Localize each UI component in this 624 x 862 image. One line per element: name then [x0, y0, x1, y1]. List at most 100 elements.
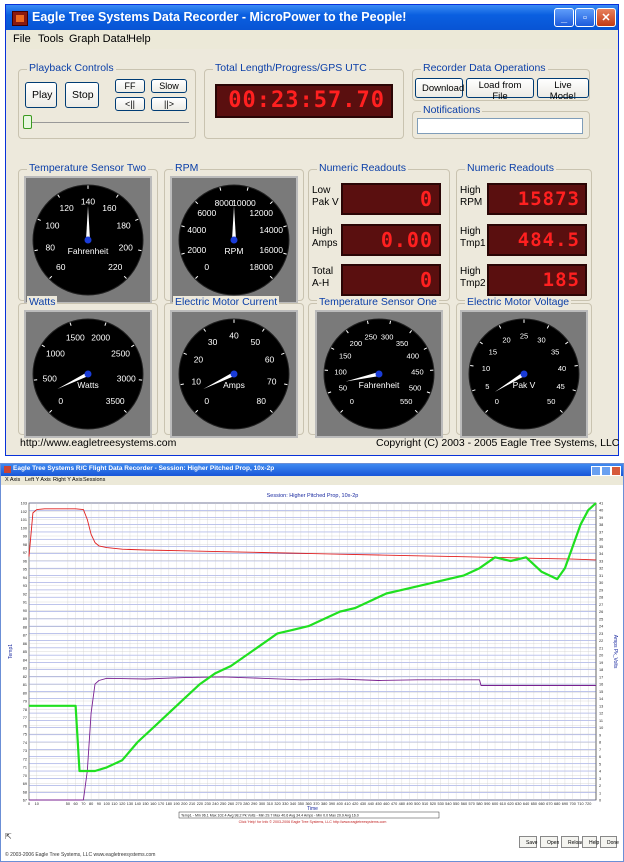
right-y-tick-label: 2 — [599, 784, 601, 788]
left-y-tick-label: 102 — [21, 510, 27, 514]
high-amps-display: 0.00 — [341, 224, 441, 256]
notifications-group: Notifications — [412, 104, 590, 139]
right-y-tick-label: 10 — [599, 726, 603, 730]
right-y-tick-label: 35 — [599, 545, 603, 549]
motor-voltage-gauge: 0 5 10 15 20 25 30 35 40 45 50 Pak V — [460, 310, 588, 438]
total-ah-display: 0 — [341, 264, 441, 296]
menu-x-axis[interactable]: X Axis — [5, 477, 20, 483]
gauge-tick-label: 2000 — [91, 333, 110, 343]
gauge-hub — [230, 236, 238, 244]
gauge-tick-label: 0 — [58, 396, 63, 406]
gauge-tick-label: 140 — [81, 197, 95, 207]
x-tick-label: 200 — [181, 802, 187, 806]
graph-maximize-button[interactable] — [601, 466, 611, 476]
gauge-tick-label: 0 — [204, 396, 209, 406]
gauge-hub — [84, 370, 92, 378]
right-y-tick-label: 24 — [599, 625, 603, 629]
right-y-tick-label: 30 — [599, 581, 603, 585]
gauge-tick-label: 80 — [256, 396, 266, 406]
close-button[interactable]: ✕ — [596, 8, 616, 27]
graph-title-bar: Eagle Tree Systems R/C Flight Data Recor… — [1, 464, 623, 476]
notifications-field[interactable] — [417, 118, 583, 134]
stop-button[interactable]: Stop — [65, 82, 99, 108]
readout-name: Low Pak V — [312, 185, 339, 208]
website-link[interactable]: http://www.eagletreesystems.com — [20, 437, 176, 449]
right-y-tick-label: 23 — [599, 632, 603, 636]
download-button[interactable]: Download — [415, 78, 464, 98]
readout-name: High Amps — [312, 226, 338, 249]
gauge-tick-label: 250 — [365, 332, 378, 341]
live-mode-button[interactable]: Live Mode! — [537, 78, 589, 102]
right-y-tick-label: 39 — [599, 516, 603, 520]
gauge-tick — [470, 364, 474, 367]
left-y-tick-label: 100 — [21, 526, 27, 530]
menu-sessions[interactable]: Sessions — [83, 477, 105, 483]
right-y-tick-label: 32 — [599, 567, 603, 571]
gauge-tick-label: 100 — [45, 220, 59, 230]
gauge-label: Watts — [27, 296, 58, 308]
menu-file[interactable]: File — [13, 33, 31, 45]
x-tick-label: 660 — [538, 802, 544, 806]
menu-right-y-axis[interactable]: Right Y Axis — [53, 477, 82, 483]
x-tick-label: 610 — [500, 802, 506, 806]
temperature-two-group: Temperature Sensor Two 60 80 100 120 140 160 1… — [18, 162, 158, 304]
save-button[interactable]: Save — [519, 836, 537, 848]
gauge-unit-label: RPM — [225, 246, 244, 256]
maximize-button[interactable]: ▫ — [575, 8, 595, 27]
left-y-tick-label: 69 — [23, 782, 27, 786]
menu-tools[interactable]: Tools — [38, 33, 64, 45]
recorder-window: Eagle Tree Systems Data Recorder - Micro… — [5, 4, 619, 456]
gauge-tick — [574, 364, 578, 367]
gauge-tick — [138, 249, 142, 252]
gauge-tick-label: 160 — [102, 203, 116, 213]
gauge-tick-label: 3000 — [117, 373, 136, 383]
left-y-tick-label: 84 — [23, 658, 27, 662]
gauge-label: Electric Motor Voltage — [465, 296, 572, 308]
help-button[interactable]: Help — [582, 836, 599, 848]
x-tick-label: 70 — [81, 802, 85, 806]
step-forward-button[interactable]: ||> — [151, 97, 187, 111]
graph-close-button[interactable] — [611, 466, 621, 476]
x-axis-label: Time — [307, 806, 318, 812]
x-tick-label: 700 — [570, 802, 576, 806]
x-tick-label: 460 — [383, 802, 389, 806]
right-y-tick-label: 15 — [599, 690, 603, 694]
play-button[interactable]: Play — [25, 82, 57, 108]
chart-hint-text: Click 'Help' for Info © 2003-2006 Eagle … — [239, 820, 387, 824]
menu-graph-data[interactable]: Graph Data! — [69, 33, 129, 45]
gauge-tick-label: 500 — [409, 383, 422, 392]
watts-group: Watts 0 500 1000 1500 2000 2500 3000 3500 Watts — [18, 296, 158, 438]
step-back-button[interactable]: <|| — [115, 97, 145, 111]
graph-window: Eagle Tree Systems R/C Flight Data Recor… — [0, 463, 624, 862]
menu-left-y-axis[interactable]: Left Y Axis — [25, 477, 51, 483]
x-tick-label: 560 — [461, 802, 467, 806]
left-y-tick-label: 98 — [23, 543, 27, 547]
gauge-unit-label: Watts — [77, 380, 98, 390]
resize-arrow-icon[interactable]: ⇱ — [5, 832, 12, 841]
gauge-tick-label: 1500 — [66, 333, 85, 343]
x-tick-label: 630 — [515, 802, 521, 806]
load-from-file-button[interactable]: Load from File — [466, 78, 534, 102]
graph-minimize-button[interactable] — [591, 466, 601, 476]
fast-forward-button[interactable]: FF — [115, 79, 145, 93]
right-y-tick-label: 31 — [599, 574, 603, 578]
reload-button[interactable]: Reload — [561, 836, 584, 848]
open-button[interactable]: Open — [540, 836, 559, 848]
gauge-tick-label: 50 — [251, 337, 261, 347]
done-button[interactable]: Done — [600, 836, 619, 848]
right-y-tick-label: 0 — [599, 799, 601, 803]
gauge-tick-label: 3500 — [106, 396, 125, 406]
x-tick-label: 510 — [422, 802, 428, 806]
left-y-tick-label: 93 — [23, 584, 27, 588]
playback-slider-thumb[interactable] — [23, 115, 32, 129]
x-tick-label: 410 — [344, 802, 350, 806]
slow-button[interactable]: Slow — [151, 79, 187, 93]
menu-help[interactable]: Help — [128, 33, 151, 45]
right-y-tick-label: 20 — [599, 654, 603, 658]
gauge-tick-label: 45 — [556, 382, 564, 391]
right-y-tick-label: 38 — [599, 523, 603, 527]
gauge-tick-label: 0 — [495, 397, 499, 406]
total-length-label: Total Length/Progress/GPS UTC — [213, 62, 369, 74]
total-length-display: 00:23:57.70 — [215, 84, 393, 118]
minimize-button[interactable]: _ — [554, 8, 574, 27]
